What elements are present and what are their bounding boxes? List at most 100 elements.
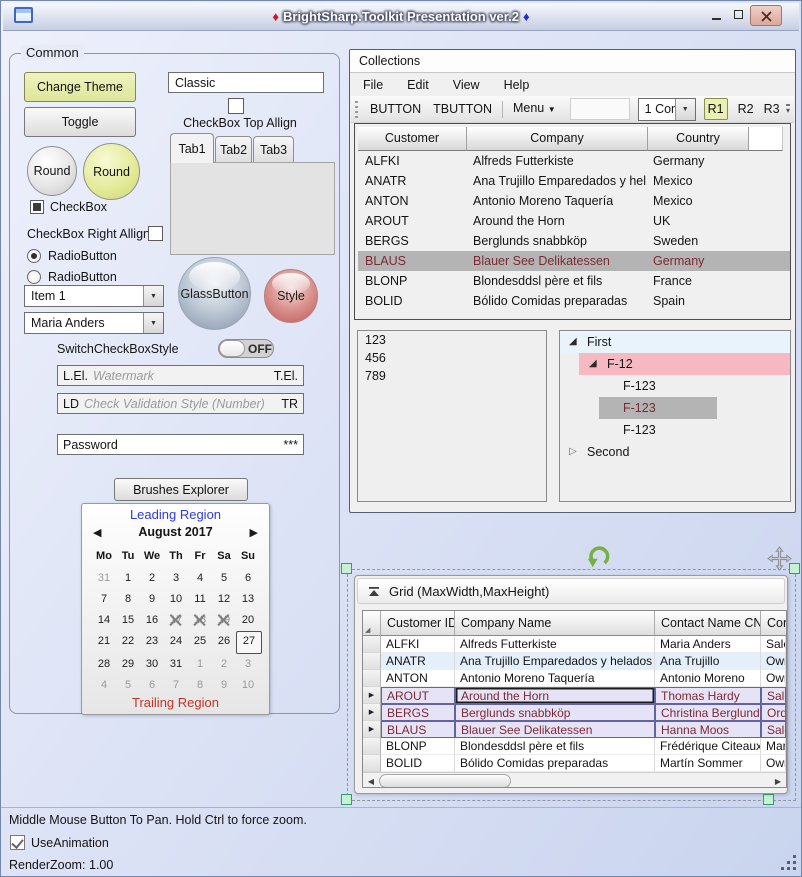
- calendar-date[interactable]: 13: [236, 589, 260, 610]
- calendar-date[interactable]: 5: [212, 568, 236, 589]
- calendar-date[interactable]: 4: [188, 568, 212, 589]
- calendar-date[interactable]: 9: [140, 589, 164, 610]
- round-button-gray[interactable]: Round: [27, 146, 77, 196]
- scrollbar-thumb[interactable]: [379, 774, 511, 788]
- column-header-contact-name[interactable]: Contact Name CN: [655, 611, 761, 636]
- calendar-date[interactable]: 5: [116, 675, 140, 696]
- name-combobox[interactable]: Maria Anders ▼: [24, 312, 164, 334]
- item-combobox[interactable]: Item 1 ▼: [24, 285, 164, 307]
- adorner-handle[interactable]: [341, 563, 352, 574]
- toolbar-textbox[interactable]: [570, 98, 630, 120]
- column-header-company[interactable]: Company: [467, 127, 648, 151]
- row-header[interactable]: [363, 755, 381, 772]
- checkbox-right-align[interactable]: [148, 226, 163, 241]
- calendar-date[interactable]: 14: [92, 610, 116, 631]
- calendar-date[interactable]: 7: [92, 589, 116, 610]
- list-item[interactable]: 456: [358, 349, 546, 367]
- calendar-date[interactable]: 31: [92, 568, 116, 589]
- table-row[interactable]: AROUTAround the HornUK: [358, 211, 790, 231]
- calendar-date[interactable]: 30: [140, 654, 164, 675]
- tab-tab1[interactable]: Tab1: [170, 133, 214, 163]
- calendar-date[interactable]: 25: [188, 631, 212, 652]
- calendar-date[interactable]: 12: [212, 589, 236, 610]
- rotate-icon[interactable]: [585, 543, 612, 570]
- calendar-date[interactable]: 3: [164, 568, 188, 589]
- table-row[interactable]: ANATRAna Trujillo Emparedados y heladosA…: [363, 653, 786, 670]
- calendar-date[interactable]: 10: [236, 675, 260, 696]
- tree-item-f123-selected[interactable]: F-123: [560, 397, 790, 419]
- calendar-date[interactable]: 24: [164, 631, 188, 652]
- calendar-date[interactable]: 8: [116, 589, 140, 610]
- brushes-explorer-button[interactable]: Brushes Explorer: [114, 478, 248, 501]
- minimize-button[interactable]: [707, 7, 727, 25]
- column-header-customer-id[interactable]: Customer ID: [381, 611, 455, 636]
- close-button[interactable]: [750, 5, 782, 26]
- adorner-handle[interactable]: [763, 794, 774, 805]
- table-row[interactable]: ALFKIAlfreds FutterkisteMaria AndersSale…: [363, 636, 786, 653]
- tab-tab3[interactable]: Tab3: [253, 136, 294, 163]
- calendar-date[interactable]: 2: [140, 568, 164, 589]
- tree-expanded-icon[interactable]: ◢: [589, 353, 597, 375]
- chevron-down-icon[interactable]: ▼: [143, 286, 163, 306]
- calendar-date[interactable]: 1: [188, 654, 212, 675]
- list-item[interactable]: 789: [358, 367, 546, 385]
- calendar-date[interactable]: 2: [212, 654, 236, 675]
- switch-knob[interactable]: [219, 340, 245, 357]
- table-row-selected[interactable]: ▶BLAUSBlauer See DelikatessenHanna MoosS…: [363, 721, 786, 738]
- validation-textbox[interactable]: LD Check Validation Style (Number) TR: [57, 393, 304, 414]
- calendar-date[interactable]: 31: [164, 654, 188, 675]
- tab-tab2[interactable]: Tab2: [215, 136, 252, 163]
- tree-item-second[interactable]: ▷ Second: [560, 441, 790, 463]
- column-header-empty[interactable]: [749, 127, 783, 151]
- adorner-handle[interactable]: [789, 563, 800, 574]
- column-header-customer[interactable]: Customer: [358, 127, 467, 151]
- select-all-cell[interactable]: ◢: [363, 611, 381, 636]
- style-glass-button[interactable]: Style: [264, 269, 318, 323]
- calendar-date[interactable]: 1: [116, 568, 140, 589]
- glass-button[interactable]: GlassButton: [178, 257, 251, 330]
- table-row[interactable]: BOLIDBólido Comidas preparadasMartín Som…: [363, 755, 786, 772]
- horizontal-scrollbar[interactable]: ◀ ▶: [363, 772, 786, 788]
- calendar-date-selected[interactable]: 27: [236, 631, 262, 654]
- calendar-date[interactable]: 16: [140, 610, 164, 631]
- row-header[interactable]: [363, 653, 381, 670]
- calendar-date[interactable]: 23: [140, 631, 164, 652]
- checkbox-top-align[interactable]: [228, 98, 244, 114]
- menu-view[interactable]: View: [441, 74, 492, 96]
- menu-edit[interactable]: Edit: [395, 74, 441, 96]
- calendar-next-icon[interactable]: ▶: [250, 526, 258, 539]
- radio-button-2[interactable]: [27, 270, 41, 284]
- toolbar-toggle-button[interactable]: TBUTTON: [427, 99, 498, 120]
- toolbar-radio-r3[interactable]: R3: [764, 99, 780, 119]
- window-icon[interactable]: [14, 7, 33, 23]
- calendar-date[interactable]: 29: [116, 654, 140, 675]
- table-row[interactable]: ALFKIAlfreds FutterkisteGermany: [358, 151, 790, 171]
- calendar-date[interactable]: 26: [212, 631, 236, 652]
- row-indicator-icon[interactable]: ▶: [363, 721, 381, 738]
- calendar-date[interactable]: 22: [116, 631, 140, 652]
- calendar-date[interactable]: 15: [116, 610, 140, 631]
- title-bar[interactable]: ♦BrightSharp.Toolkit Presentation ver.2♦: [3, 3, 799, 31]
- password-field[interactable]: Password ***: [57, 434, 304, 455]
- toggle-button[interactable]: Toggle: [24, 107, 136, 137]
- row-indicator-icon[interactable]: ▶: [363, 687, 381, 704]
- resize-grip-icon[interactable]: [781, 867, 784, 870]
- toolbar-button[interactable]: BUTTON: [364, 99, 427, 120]
- table-row[interactable]: BLONPBlondesddsl père et filsFrédérique …: [363, 738, 786, 755]
- theme-combobox[interactable]: Classic: [168, 72, 324, 93]
- toolbar-grip-icon[interactable]: [355, 101, 358, 118]
- column-header-contact-title[interactable]: Conta: [761, 611, 786, 636]
- calendar-date[interactable]: 6: [236, 568, 260, 589]
- toolbar-overflow-icon[interactable]: ▾: [786, 104, 790, 115]
- menu-file[interactable]: File: [351, 74, 395, 96]
- scroll-right-icon[interactable]: ▶: [770, 777, 786, 786]
- change-theme-button[interactable]: Change Theme: [24, 72, 136, 102]
- tree-collapsed-icon[interactable]: ▷: [569, 441, 577, 463]
- tree-item-f12[interactable]: ◢ F-12: [560, 353, 790, 375]
- tree-expanded-icon[interactable]: ◢: [569, 331, 577, 353]
- calendar-date[interactable]: 28: [92, 654, 116, 675]
- tree-item-f123[interactable]: F-123: [560, 375, 790, 397]
- list-item[interactable]: 123: [358, 331, 546, 349]
- calendar-date[interactable]: 10: [164, 589, 188, 610]
- toolbar-radio-r1[interactable]: R1: [704, 98, 728, 120]
